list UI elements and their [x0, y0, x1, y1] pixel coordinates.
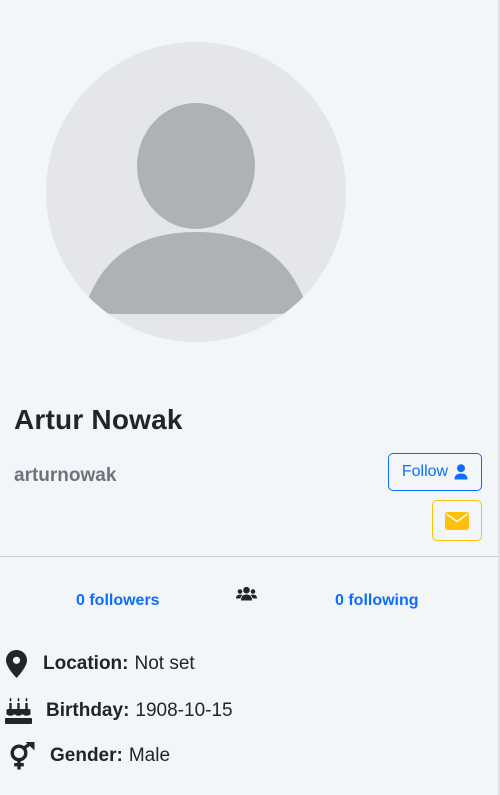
profile-username: arturnowak [14, 465, 117, 486]
message-button[interactable] [432, 500, 482, 541]
info-row-birthday: Birthday: 1908-10-15 [0, 697, 233, 724]
follow-button[interactable]: Follow [388, 453, 482, 491]
section-divider [0, 556, 498, 557]
map-marker-icon [5, 650, 27, 678]
followers-link[interactable]: 0 followers [76, 592, 160, 610]
user-icon [454, 464, 468, 480]
follow-button-label: Follow [401, 463, 449, 480]
birthday-label: Birthday: [46, 699, 130, 721]
location-value: Not set [134, 653, 195, 674]
info-row-gender: Gender: Male [0, 742, 170, 770]
envelope-icon [445, 511, 469, 530]
birthday-value: 1908-10-15 [135, 699, 233, 721]
following-link[interactable]: 0 following [335, 592, 419, 610]
gender-label: Gender: [50, 745, 123, 766]
gender-value: Male [128, 745, 171, 766]
avatar [46, 42, 346, 342]
venus-mars-icon [9, 742, 35, 770]
location-label: Location: [43, 653, 129, 674]
profile-name: Artur Nowak [14, 404, 183, 435]
users-icon [236, 586, 257, 608]
info-row-location: Location: Not set [0, 650, 195, 678]
birthday-cake-icon [4, 697, 32, 724]
default-avatar-icon [46, 42, 346, 342]
